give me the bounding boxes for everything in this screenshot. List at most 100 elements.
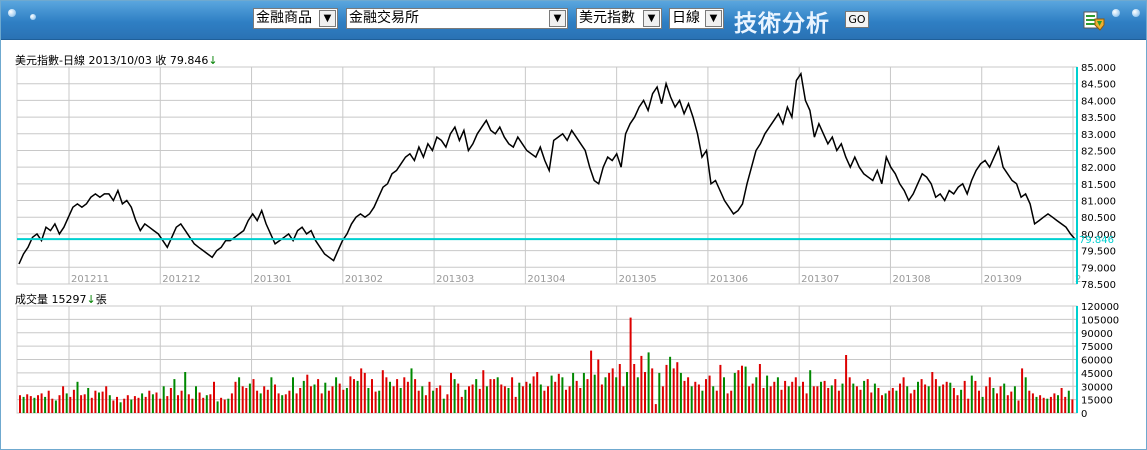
volume-bar bbox=[256, 390, 259, 413]
volume-bar bbox=[29, 396, 32, 413]
volume-bar bbox=[151, 394, 154, 413]
volume-bar bbox=[773, 381, 776, 413]
volume-bar bbox=[406, 381, 409, 413]
volume-bar bbox=[295, 393, 298, 413]
volume-bar bbox=[626, 372, 628, 413]
volume-bar bbox=[891, 388, 894, 413]
volume-bar bbox=[187, 394, 190, 413]
volume-bar bbox=[489, 379, 492, 413]
volume-bar bbox=[539, 384, 542, 413]
volume-bar bbox=[741, 365, 743, 413]
volume-bar bbox=[414, 379, 417, 413]
volume-bar bbox=[460, 396, 463, 413]
volume-bar bbox=[1017, 400, 1020, 413]
volume-bar bbox=[162, 386, 165, 414]
volume-bar bbox=[985, 386, 988, 414]
volume-bar bbox=[837, 390, 840, 413]
volume-bar bbox=[299, 388, 302, 413]
volume-bar bbox=[615, 377, 618, 413]
x-tick-label: 201304 bbox=[527, 274, 565, 285]
volume-bar bbox=[1064, 396, 1067, 413]
volume-bar bbox=[1046, 398, 1049, 413]
y-tick-label: 81.000 bbox=[1081, 197, 1116, 208]
volume-bar bbox=[259, 393, 262, 413]
volume-bar bbox=[1060, 388, 1063, 413]
y-tick-label: 81.500 bbox=[1081, 180, 1116, 191]
volume-bar bbox=[500, 384, 503, 413]
volume-bar bbox=[737, 370, 740, 413]
volume-bar bbox=[572, 372, 575, 413]
volume-bar bbox=[784, 380, 787, 413]
volume-bar bbox=[557, 373, 560, 413]
volume-bar bbox=[101, 391, 104, 413]
volume-bar bbox=[1049, 396, 1052, 413]
volume-bar bbox=[848, 377, 851, 413]
volume-bar bbox=[173, 379, 176, 413]
volume-bar bbox=[180, 390, 183, 413]
volume-bar bbox=[895, 390, 898, 413]
volume-bar bbox=[241, 386, 244, 414]
volume-bar bbox=[873, 383, 876, 413]
volume-bar bbox=[830, 385, 833, 413]
volume-bar bbox=[277, 393, 280, 413]
volume-bar bbox=[317, 379, 320, 413]
volume-bar bbox=[820, 381, 822, 413]
y-tick-label: 80.500 bbox=[1081, 213, 1116, 224]
volume-bar bbox=[676, 362, 679, 413]
volume-bar bbox=[945, 381, 948, 413]
volume-bar bbox=[913, 389, 916, 413]
x-tick-label: 201212 bbox=[162, 274, 200, 285]
volume-bar bbox=[787, 386, 790, 414]
volume-bar bbox=[683, 380, 686, 413]
volume-bar bbox=[924, 384, 927, 413]
volume-bar bbox=[618, 364, 621, 413]
x-tick-label: 201306 bbox=[710, 274, 748, 285]
volume-bar bbox=[547, 386, 549, 414]
volume-y-tick-label: 45000 bbox=[1081, 369, 1113, 380]
price-chart: 85.000 84.500 84.000 83.500 83.000 82.500 82.0… bbox=[16, 63, 1119, 420]
volume-y-tick-label: 90000 bbox=[1081, 329, 1113, 340]
volume-bar bbox=[816, 386, 819, 414]
volume-bar bbox=[313, 384, 316, 413]
volume-bar bbox=[378, 390, 381, 413]
volume-bar bbox=[220, 397, 223, 413]
volume-bar bbox=[776, 377, 779, 413]
volume-bar bbox=[917, 381, 919, 413]
volume-bar bbox=[809, 370, 812, 413]
volume-bar bbox=[184, 372, 187, 413]
volume-bar bbox=[1042, 397, 1045, 413]
volume-bar bbox=[198, 392, 201, 413]
volume-bar bbox=[450, 372, 452, 413]
volume-bar bbox=[396, 379, 399, 413]
volume-bar bbox=[644, 372, 646, 413]
volume-bar bbox=[651, 368, 654, 413]
volume-bar bbox=[748, 386, 751, 414]
volume-bar bbox=[694, 381, 697, 413]
volume-bar bbox=[105, 386, 108, 414]
volume-bar bbox=[902, 377, 905, 413]
volume-bar bbox=[963, 380, 966, 413]
volume-bar bbox=[863, 380, 866, 413]
volume-bar bbox=[521, 386, 524, 414]
volume-bar bbox=[974, 380, 977, 413]
volume-bar bbox=[909, 393, 912, 413]
volume-bar bbox=[403, 377, 406, 413]
volume-bar bbox=[669, 356, 672, 413]
volume-bar bbox=[952, 388, 955, 413]
volume-bar bbox=[507, 388, 510, 413]
volume-bar bbox=[22, 396, 25, 413]
volume-bar bbox=[1031, 393, 1034, 413]
volume-bar bbox=[51, 398, 54, 413]
volume-bar bbox=[870, 392, 873, 413]
volume-bar bbox=[446, 394, 449, 413]
volume-bar bbox=[622, 386, 625, 414]
volume-bar bbox=[363, 372, 366, 413]
x-tick-label: 201211 bbox=[71, 274, 109, 285]
volume-bar bbox=[665, 364, 668, 413]
volume-bar bbox=[802, 381, 804, 413]
volume-bar bbox=[482, 370, 485, 413]
volume-bar bbox=[270, 377, 273, 413]
volume-bar bbox=[245, 388, 248, 413]
volume-bar bbox=[992, 388, 995, 413]
volume-bar bbox=[309, 386, 312, 414]
